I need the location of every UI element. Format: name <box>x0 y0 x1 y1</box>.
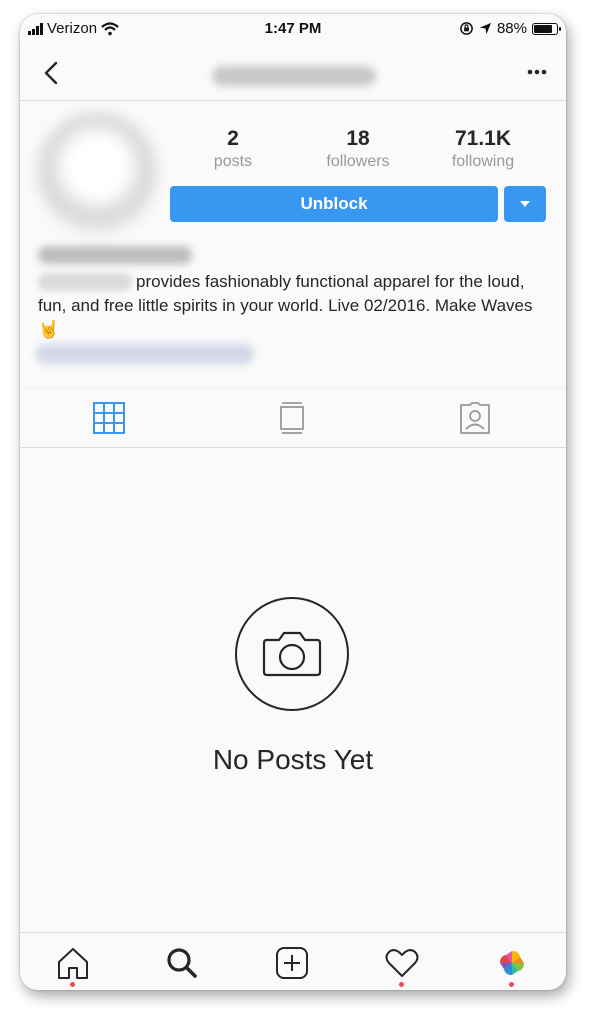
nav-profile[interactable] <box>492 943 532 987</box>
empty-state-text: No Posts Yet <box>212 744 374 775</box>
tab-feed[interactable] <box>274 401 310 435</box>
camera-icon <box>235 597 349 711</box>
battery-fill <box>534 24 552 33</box>
search-icon <box>167 948 197 978</box>
notification-dot <box>70 982 75 987</box>
orientation-lock-icon <box>460 22 473 35</box>
unblock-button[interactable]: Unblock <box>170 186 498 222</box>
location-icon <box>479 22 492 35</box>
tab-tagged[interactable] <box>457 401 493 435</box>
photos-icon <box>500 951 524 975</box>
profile-tab-bar <box>20 388 566 448</box>
feed-icon <box>280 402 304 434</box>
chevron-left-icon <box>44 61 58 85</box>
battery-percent: 88% <box>496 20 527 37</box>
tab-grid[interactable] <box>91 401 127 435</box>
nav-new-post[interactable] <box>272 943 312 983</box>
add-post-icon <box>276 947 308 979</box>
nav-search[interactable] <box>162 943 202 983</box>
grid-icon <box>93 402 125 434</box>
battery-icon <box>532 22 561 35</box>
posts-count-label: posts <box>213 153 253 170</box>
bio-blurred-prefix <box>38 273 132 291</box>
top-nav <box>20 46 566 101</box>
followers-count-label: followers <box>326 153 390 170</box>
caret-down-icon <box>520 201 530 207</box>
nav-activity[interactable] <box>382 943 422 987</box>
status-bar: Verizon 1:47 PM 88% <box>20 14 566 44</box>
back-button[interactable] <box>38 56 68 90</box>
nav-home[interactable] <box>53 943 93 987</box>
bottom-nav <box>20 932 566 990</box>
posts-count-value: 2 <box>227 127 239 150</box>
profile-link-blurred[interactable] <box>36 344 254 364</box>
suggestions-dropdown-button[interactable] <box>504 186 546 222</box>
followers-count[interactable]: 18 followers <box>303 126 413 172</box>
more-options-button[interactable] <box>522 62 552 82</box>
following-count-value: 71.1K <box>454 127 512 150</box>
following-count[interactable]: 71.1K following <box>428 126 538 172</box>
status-right: 88% <box>459 20 561 37</box>
more-icon <box>527 69 547 75</box>
home-icon <box>58 948 88 979</box>
posts-count[interactable]: 2 posts <box>178 126 288 172</box>
phone-screen: Verizon 1:47 PM 88% 2 posts 18 followers… <box>20 14 566 990</box>
avatar[interactable] <box>36 112 158 234</box>
profile-name-blurred <box>38 246 192 264</box>
empty-state-camera <box>234 596 350 712</box>
tagged-icon <box>460 402 490 434</box>
username-blurred <box>212 66 376 86</box>
following-count-label: following <box>451 153 515 170</box>
followers-count-value: 18 <box>346 127 370 150</box>
notification-dot <box>509 982 514 987</box>
heart-icon <box>385 949 419 977</box>
notification-dot <box>399 982 404 987</box>
